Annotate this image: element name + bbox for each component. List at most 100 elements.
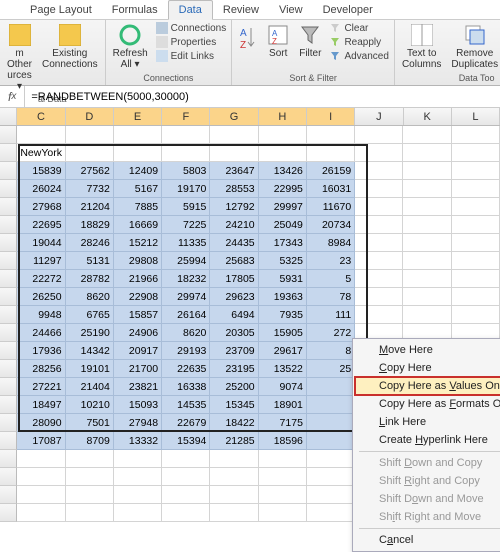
cell[interactable] [355, 144, 403, 162]
connections-button[interactable]: Connections [156, 22, 227, 34]
cell[interactable] [452, 288, 500, 306]
cell[interactable]: 7732 [66, 180, 114, 198]
cell[interactable]: 29974 [162, 288, 210, 306]
cell[interactable]: 8620 [66, 288, 114, 306]
cell[interactable]: 14535 [162, 396, 210, 414]
cell[interactable]: 19101 [66, 360, 114, 378]
cell[interactable]: 25 [307, 360, 355, 378]
cell[interactable]: 13332 [114, 432, 162, 450]
cell[interactable] [307, 144, 355, 162]
cell[interactable]: 15839 [17, 162, 65, 180]
tab-data[interactable]: Data [168, 0, 213, 20]
cell[interactable] [403, 270, 451, 288]
properties-button[interactable]: Properties [156, 36, 227, 48]
cell[interactable] [355, 180, 403, 198]
cell[interactable]: 28246 [66, 234, 114, 252]
ctx-copy-here-as-formats-only[interactable]: Copy Here as Formats Only [355, 395, 500, 413]
fx-label[interactable]: fx [0, 86, 25, 107]
col-header-C[interactable]: C [17, 108, 65, 125]
cell[interactable]: 25049 [259, 216, 307, 234]
cell[interactable] [162, 486, 210, 504]
col-header-I[interactable]: I [307, 108, 355, 125]
cell[interactable] [355, 198, 403, 216]
cell[interactable] [307, 432, 355, 450]
cell[interactable]: 17343 [259, 234, 307, 252]
cell[interactable]: 6765 [66, 306, 114, 324]
cell[interactable]: 7935 [259, 306, 307, 324]
cell[interactable] [114, 450, 162, 468]
cell[interactable] [162, 144, 210, 162]
cell[interactable]: 5915 [162, 198, 210, 216]
cell[interactable]: 272 [307, 324, 355, 342]
sort-az-button[interactable]: AZ [237, 22, 259, 54]
cell[interactable]: 22635 [162, 360, 210, 378]
cell[interactable]: 6494 [210, 306, 258, 324]
cell[interactable] [307, 126, 355, 144]
cell[interactable]: 15093 [114, 396, 162, 414]
filter-button[interactable]: Filter [297, 22, 323, 61]
cell[interactable] [452, 270, 500, 288]
cell[interactable]: 29808 [114, 252, 162, 270]
cell[interactable] [17, 504, 65, 522]
col-header-J[interactable]: J [355, 108, 403, 125]
cell[interactable]: 27221 [17, 378, 65, 396]
cell[interactable]: 5 [307, 270, 355, 288]
cell[interactable]: 18829 [66, 216, 114, 234]
cell[interactable]: 25200 [210, 378, 258, 396]
cell[interactable]: 24435 [210, 234, 258, 252]
cell[interactable]: 18497 [17, 396, 65, 414]
cell[interactable] [259, 144, 307, 162]
cell[interactable]: 17805 [210, 270, 258, 288]
cell[interactable]: 17087 [17, 432, 65, 450]
cell[interactable]: 28090 [17, 414, 65, 432]
cell[interactable] [17, 468, 65, 486]
cell[interactable] [210, 126, 258, 144]
cell[interactable]: 26024 [17, 180, 65, 198]
col-header-D[interactable]: D [66, 108, 114, 125]
cell[interactable] [355, 252, 403, 270]
cell[interactable] [66, 144, 114, 162]
sort-button[interactable]: AZSort [265, 22, 291, 61]
cell[interactable]: 25683 [210, 252, 258, 270]
cell[interactable]: 8984 [307, 234, 355, 252]
cell[interactable] [403, 216, 451, 234]
cell[interactable]: 29997 [259, 198, 307, 216]
cell[interactable] [66, 504, 114, 522]
cell[interactable]: 22679 [162, 414, 210, 432]
cell[interactable]: 7225 [162, 216, 210, 234]
tab-page-layout[interactable]: Page Layout [20, 1, 102, 19]
cell[interactable] [307, 414, 355, 432]
cell[interactable]: 26159 [307, 162, 355, 180]
cell[interactable] [355, 126, 403, 144]
cell[interactable] [17, 126, 65, 144]
cell[interactable]: 28256 [17, 360, 65, 378]
cell[interactable]: 8709 [66, 432, 114, 450]
cell[interactable] [403, 306, 451, 324]
cell[interactable]: 16338 [162, 378, 210, 396]
cell[interactable] [355, 162, 403, 180]
col-header-L[interactable]: L [452, 108, 500, 125]
ctx-copy-here-as-values-only[interactable]: Copy Here as Values Only [355, 377, 500, 395]
cell[interactable]: 22272 [17, 270, 65, 288]
cell[interactable]: 27562 [66, 162, 114, 180]
cell[interactable] [355, 306, 403, 324]
cell[interactable]: 27948 [114, 414, 162, 432]
edit-links-button[interactable]: Edit Links [156, 50, 227, 62]
cell[interactable] [307, 468, 355, 486]
cell[interactable]: NewYork [17, 144, 65, 162]
cell[interactable]: 26250 [17, 288, 65, 306]
cell[interactable]: 28782 [66, 270, 114, 288]
cell[interactable] [66, 126, 114, 144]
cell[interactable] [114, 144, 162, 162]
cell[interactable]: 29193 [162, 342, 210, 360]
cell[interactable]: 8 [307, 342, 355, 360]
cell[interactable]: 15345 [210, 396, 258, 414]
col-header-F[interactable]: F [162, 108, 210, 125]
cell[interactable]: 11670 [307, 198, 355, 216]
cell[interactable] [355, 216, 403, 234]
cell[interactable]: 17936 [17, 342, 65, 360]
cell[interactable] [66, 468, 114, 486]
cell[interactable]: 21285 [210, 432, 258, 450]
tab-view[interactable]: View [269, 1, 313, 19]
cell[interactable] [259, 126, 307, 144]
